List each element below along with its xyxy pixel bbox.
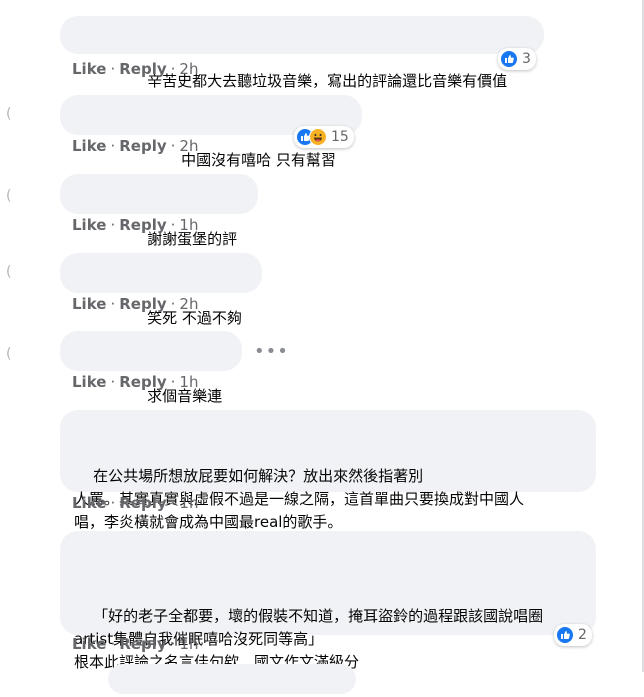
reply-button[interactable]: Reply: [119, 494, 166, 512]
like-button[interactable]: Like: [72, 295, 106, 313]
comment-bubble: 笑死 不過不夠嘴: [60, 253, 262, 350]
comment-timestamp[interactable]: 2h: [179, 137, 198, 155]
reaction-summary[interactable]: 3: [498, 48, 536, 70]
separator: ·: [170, 60, 176, 78]
separator: ·: [170, 216, 176, 234]
separator: ·: [110, 635, 116, 653]
separator: ·: [110, 216, 116, 234]
separator: ·: [170, 137, 176, 155]
like-button[interactable]: Like: [72, 635, 106, 653]
comment: 謝謝蛋堡的評論 Like·Reply·1h: [60, 174, 258, 271]
comment-bubble: 辛苦史都大去聽垃圾音樂，寫出的評論還比音樂有價值: [60, 16, 544, 90]
comment-actions: Like · Reply · 1h: [72, 373, 198, 391]
separator: ·: [110, 295, 116, 313]
separator: ·: [170, 635, 176, 653]
haha-reaction-icon: [309, 128, 327, 146]
reply-button[interactable]: Reply: [119, 216, 166, 234]
comment-author[interactable]: [74, 107, 124, 119]
left-edge-mark: (: [6, 346, 12, 362]
like-button[interactable]: Like: [72, 373, 106, 391]
like-reaction-icon: [556, 626, 574, 644]
like-button[interactable]: Like: [72, 216, 106, 234]
comment: 笑死 不過不夠嘴 Like·Reply·2h: [60, 253, 262, 350]
comment-author[interactable]: [74, 422, 194, 434]
separator: ·: [110, 60, 116, 78]
reply-button[interactable]: Reply: [119, 373, 166, 391]
reaction-summary[interactable]: 2: [554, 624, 592, 646]
comment-author[interactable]: [74, 343, 124, 355]
reply-button[interactable]: Reply: [119, 137, 166, 155]
comment-actions: Like · Reply · 1h: [72, 635, 198, 653]
comment-author[interactable]: [74, 186, 124, 198]
comment-timestamp[interactable]: 1h: [179, 494, 198, 512]
comment-timestamp[interactable]: 2h: [179, 295, 198, 313]
left-edge-mark: (: [6, 264, 12, 280]
like-button[interactable]: Like: [72, 60, 106, 78]
reply-button[interactable]: Reply: [119, 60, 166, 78]
comment-actions: Like · Reply · 2h: [72, 295, 198, 313]
comment-timestamp[interactable]: 1h: [179, 216, 198, 234]
reaction-count: 3: [522, 51, 531, 67]
comment-author[interactable]: [74, 28, 124, 40]
comment: 中國沒有嘻哈 只有幫習哈 15 Like·Reply·2h: [60, 95, 362, 192]
comment: 辛苦史都大去聽垃圾音樂，寫出的評論還比音樂有價值 3 Like · Reply · 2h: [60, 16, 544, 90]
separator: ·: [170, 373, 176, 391]
reaction-count: 15: [331, 129, 349, 145]
comment: 「好的老子全都要，壞的假裝不知道，掩耳盜鈴的過程跟該國說唱圈 artist集體自…: [60, 531, 596, 671]
like-button[interactable]: Like: [72, 137, 106, 155]
comment-bubble: 求個音樂連結: [60, 331, 242, 428]
like-button[interactable]: Like: [72, 494, 106, 512]
separator: ·: [170, 494, 176, 512]
comment: 在公共場所想放屁要如何解決？放出來然後指著別 人罵。其實真實與虛假不過是一線之隔…: [60, 410, 596, 531]
comment-bubble: 「好的老子全都要，壞的假裝不知道，掩耳盜鈴的過程跟該國說唱圈 artist集體自…: [60, 531, 596, 671]
comment: 求個音樂連結 ••• Like·Reply·1h: [60, 331, 288, 428]
more-options-icon[interactable]: •••: [254, 341, 289, 362]
comment-author[interactable]: [74, 541, 124, 553]
reaction-count: 2: [578, 627, 587, 643]
comment-actions: Like · Reply · 1h: [72, 494, 198, 512]
reaction-summary[interactable]: 15: [294, 126, 354, 148]
separator: ·: [170, 295, 176, 313]
left-edge-mark: (: [6, 188, 12, 204]
comment-bubble: 謝謝蛋堡的評論: [60, 174, 258, 271]
separator: ·: [110, 137, 116, 155]
comment-timestamp[interactable]: 1h: [179, 635, 198, 653]
reply-button[interactable]: Reply: [119, 295, 166, 313]
like-reaction-icon: [500, 50, 518, 68]
comment-actions: Like · Reply · 1h: [72, 216, 198, 234]
comment-actions: Like · Reply · 2h: [72, 137, 198, 155]
reply-button[interactable]: Reply: [119, 635, 166, 653]
next-comment-bubble-partial: [108, 664, 356, 694]
comment-bubble: 在公共場所想放屁要如何解決？放出來然後指著別 人罵。其實真實與虛假不過是一線之隔…: [60, 410, 596, 531]
separator: ·: [110, 494, 116, 512]
comment-actions: Like · Reply · 2h: [72, 60, 198, 78]
left-edge-mark: (: [6, 106, 12, 122]
comment-author[interactable]: [74, 265, 124, 277]
separator: ·: [110, 373, 116, 391]
comment-timestamp[interactable]: 2h: [179, 60, 198, 78]
comment-timestamp[interactable]: 1h: [179, 373, 198, 391]
comment-text: 辛苦史都大去聽垃圾音樂，寫出的評論還比音樂有價值: [147, 72, 508, 90]
